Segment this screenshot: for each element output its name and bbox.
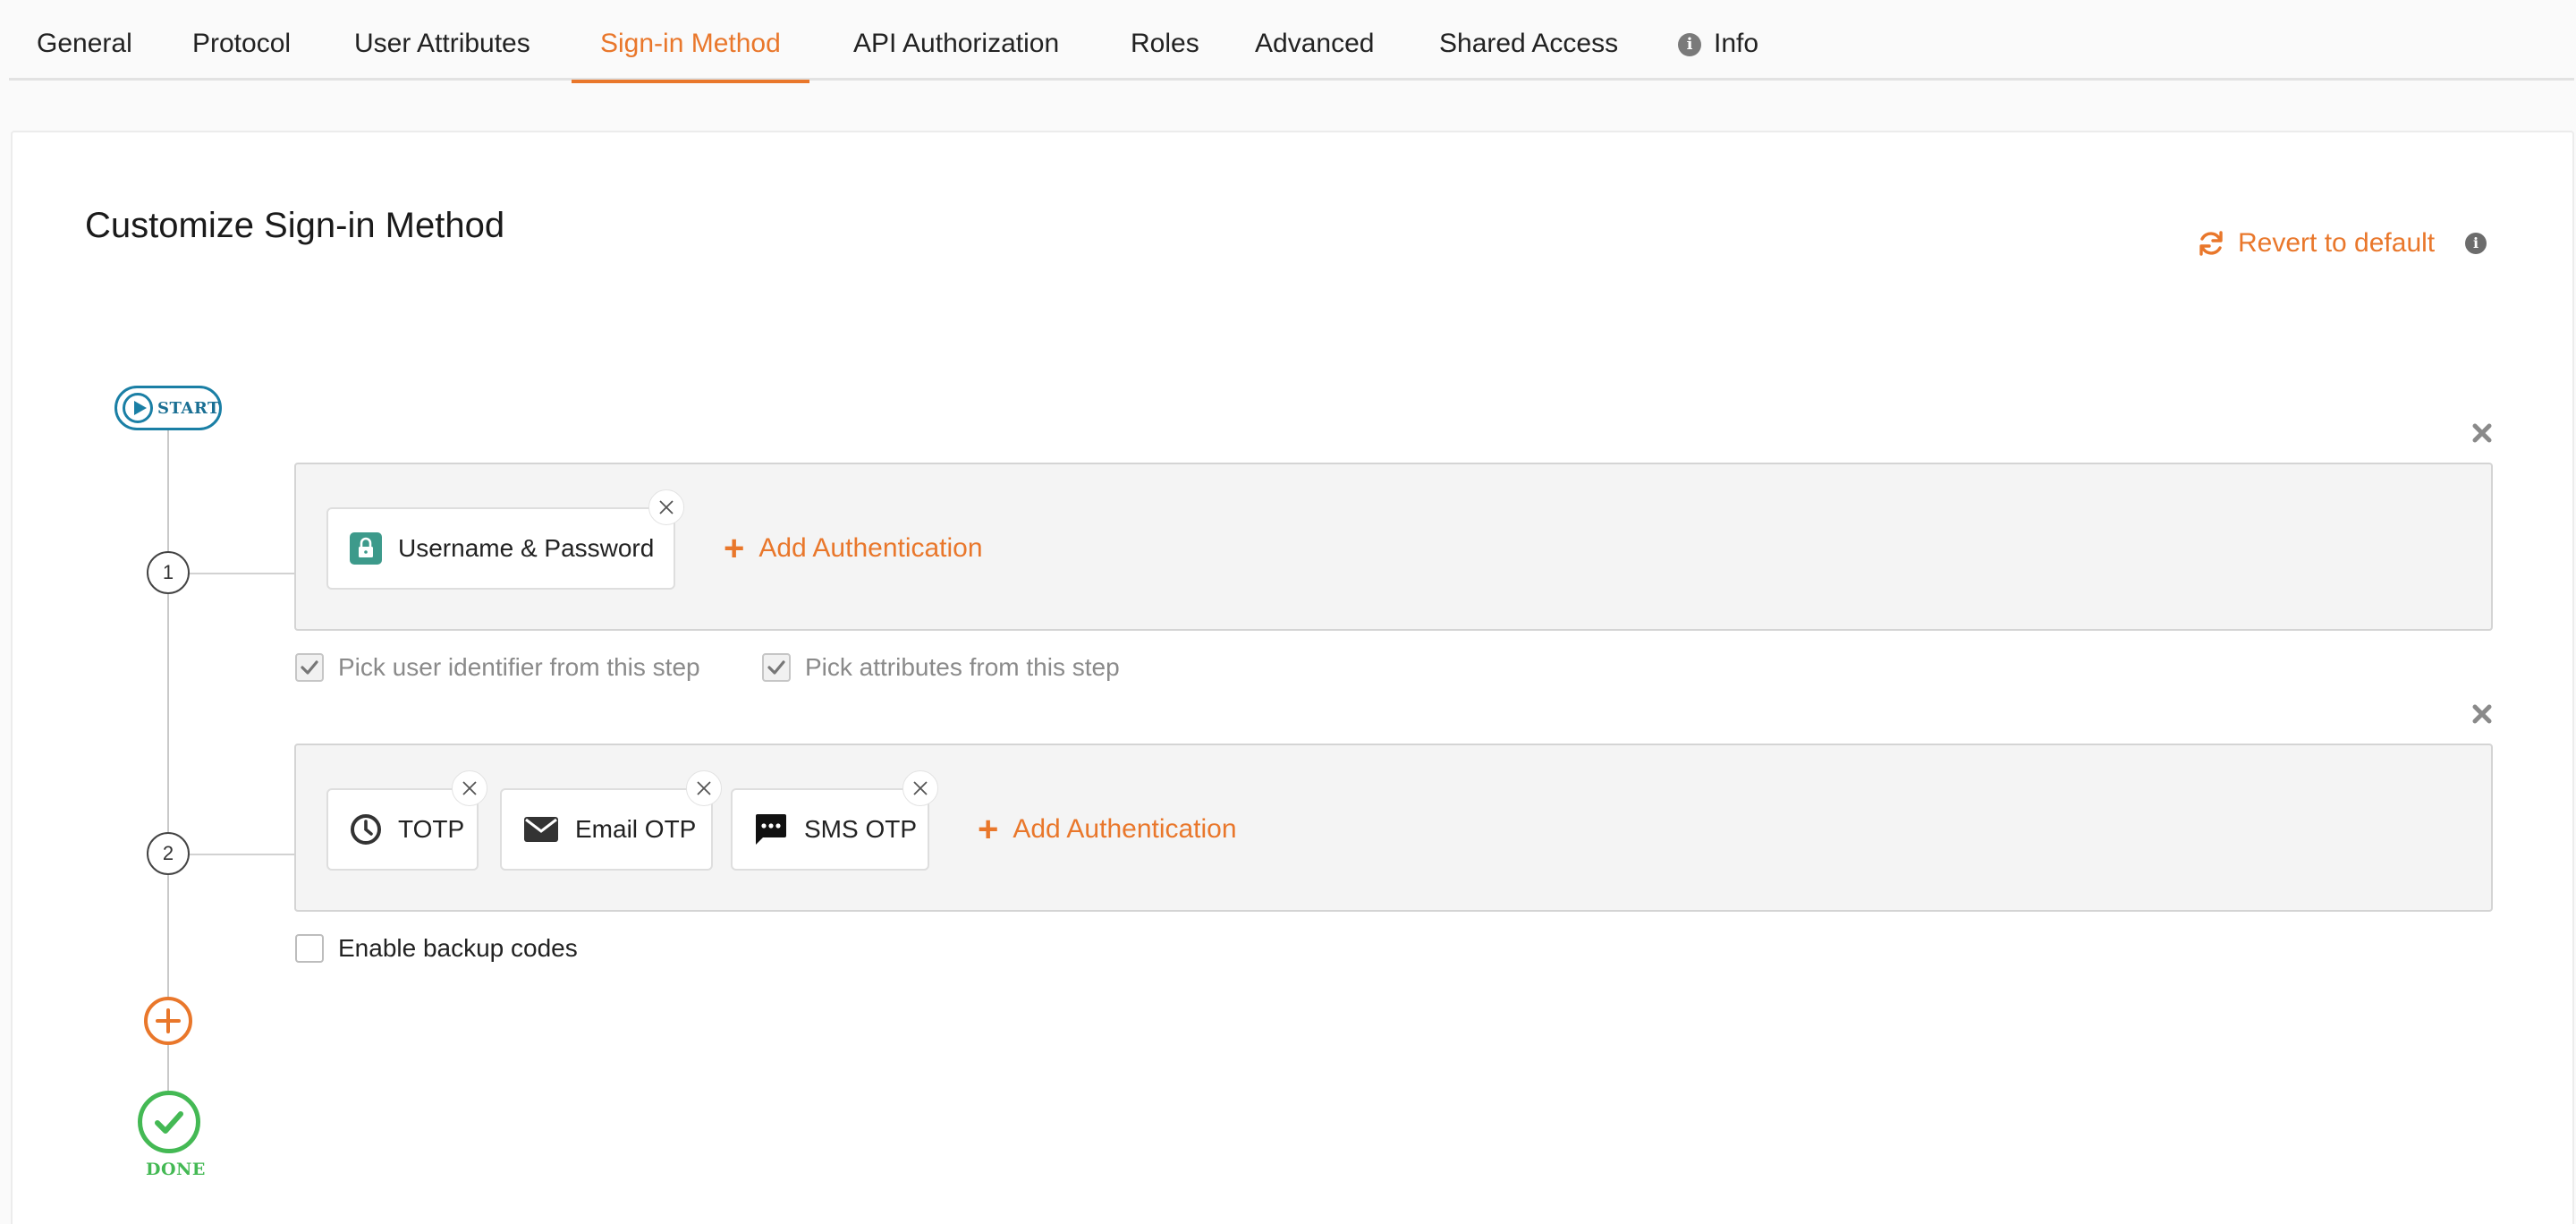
remove-authenticator-icon[interactable] [686, 770, 722, 806]
chat-icon [754, 812, 788, 846]
add-authentication-button[interactable]: + Add Authentication [724, 507, 983, 590]
checkbox[interactable] [295, 653, 324, 682]
start-label: START [157, 398, 220, 418]
checkbox[interactable] [295, 934, 324, 963]
remove-step-icon[interactable] [2470, 421, 2494, 445]
pick-user-identifier-option[interactable]: Pick user identifier from this step [295, 653, 700, 682]
remove-step-icon[interactable] [2470, 702, 2494, 726]
tab-general[interactable]: General [37, 0, 132, 81]
flow-line [167, 594, 169, 832]
plus-icon [156, 1008, 181, 1033]
tab-api-authorization[interactable]: API Authorization [853, 0, 1059, 81]
start-node: START [114, 386, 222, 430]
tab-info-label: Info [1714, 29, 1759, 58]
tab-advanced[interactable]: Advanced [1255, 0, 1374, 81]
flow-line [167, 430, 169, 571]
checkmark-icon [155, 1111, 183, 1134]
done-node [138, 1091, 200, 1153]
authenticator-card[interactable]: TOTP [326, 770, 487, 871]
step-connector [190, 854, 294, 855]
authenticator-card[interactable]: Username & Password [326, 489, 684, 590]
tab-bar: General Protocol User Attributes Sign-in… [9, 0, 2574, 83]
step-box: Username & Password + Add Authentication [294, 463, 2493, 631]
option-label: Enable backup codes [338, 934, 578, 962]
authenticator-label: Username & Password [398, 534, 655, 562]
tab-roles[interactable]: Roles [1131, 0, 1199, 81]
info-icon: i [1678, 33, 1701, 56]
revert-to-default-button[interactable]: Revert to default [2197, 225, 2435, 261]
done-label: DONE [146, 1160, 206, 1179]
step-box: TOTP Email OTP SMS OTP + Add Authenticat… [294, 744, 2493, 912]
clock-icon [350, 813, 382, 846]
authenticator-label: SMS OTP [804, 815, 918, 843]
remove-authenticator-icon[interactable] [452, 770, 487, 806]
checkbox[interactable] [762, 653, 791, 682]
page-title: Customize Sign-in Method [85, 206, 505, 245]
play-icon [123, 393, 153, 423]
tab-info[interactable]: i Info [1678, 0, 1758, 81]
authenticator-card[interactable]: SMS OTP [731, 770, 938, 871]
tab-user-attributes[interactable]: User Attributes [354, 0, 530, 81]
plus-icon: + [724, 529, 745, 568]
tab-sign-in-method[interactable]: Sign-in Method [572, 0, 809, 83]
pick-attributes-option[interactable]: Pick attributes from this step [762, 653, 1120, 682]
envelope-icon [523, 815, 559, 844]
option-label: Pick attributes from this step [805, 653, 1120, 681]
tab-shared-access[interactable]: Shared Access [1439, 0, 1618, 81]
option-label: Pick user identifier from this step [338, 653, 700, 681]
add-step-button[interactable] [144, 997, 192, 1045]
authenticator-label: Email OTP [575, 815, 697, 843]
remove-authenticator-icon[interactable] [902, 770, 938, 806]
enable-backup-codes-option[interactable]: Enable backup codes [295, 934, 578, 963]
revert-info-icon[interactable]: i [2465, 233, 2487, 254]
flow-line [167, 1045, 169, 1091]
check-icon [767, 660, 785, 675]
plus-icon: + [978, 810, 999, 849]
add-authentication-button[interactable]: + Add Authentication [978, 788, 1237, 871]
add-authentication-label: Add Authentication [758, 533, 983, 563]
add-authentication-label: Add Authentication [1013, 814, 1237, 844]
lock-icon [350, 532, 382, 565]
step-number: 1 [147, 551, 190, 594]
remove-authenticator-icon[interactable] [648, 489, 684, 525]
authenticator-label: TOTP [398, 815, 465, 843]
step-connector [190, 573, 294, 574]
tab-protocol[interactable]: Protocol [192, 0, 291, 81]
refresh-icon [2199, 231, 2223, 256]
step-number: 2 [147, 832, 190, 875]
check-icon [301, 660, 318, 675]
revert-label: Revert to default [2238, 228, 2436, 258]
authenticator-card[interactable]: Email OTP [500, 770, 722, 871]
flow-line [167, 875, 169, 997]
